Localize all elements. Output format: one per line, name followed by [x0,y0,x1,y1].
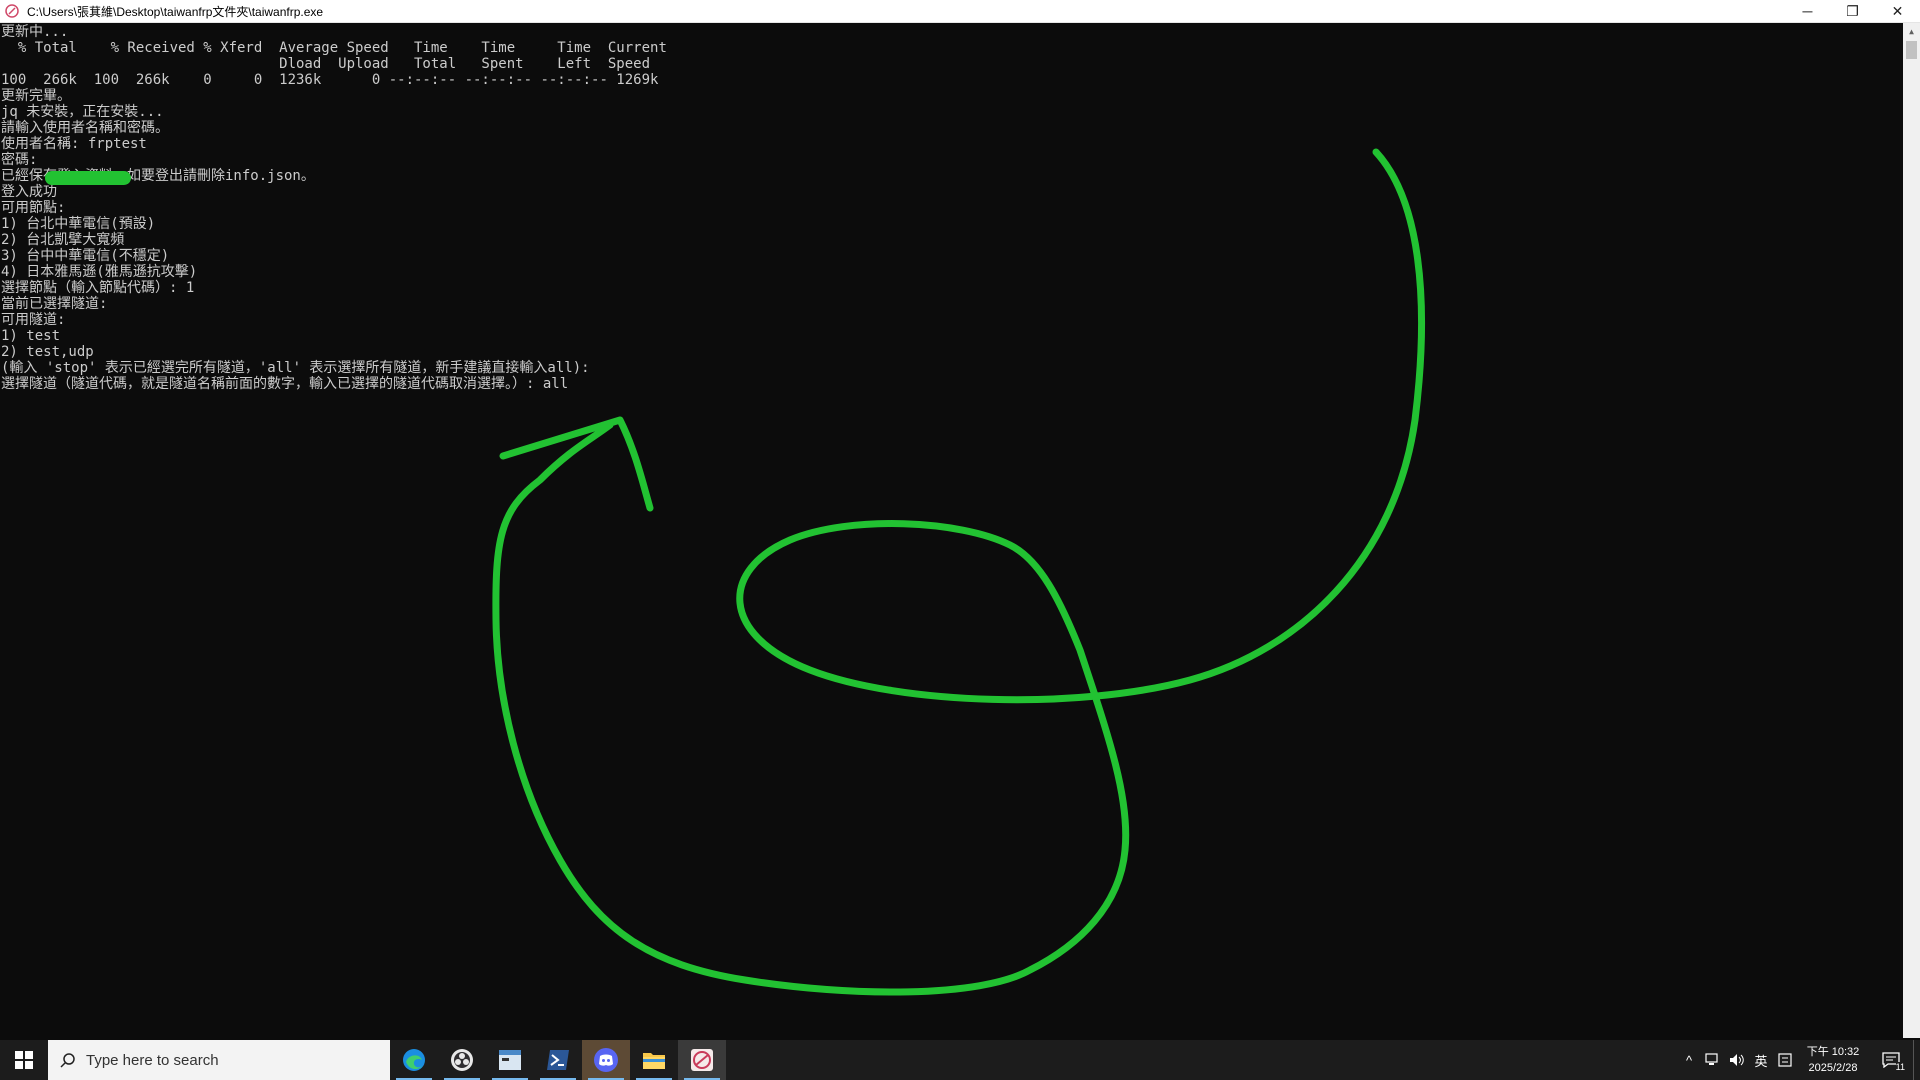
vertical-scrollbar[interactable]: ▲ [1903,23,1920,1038]
console-lines: 更新中... % Total % Received % Xferd Averag… [1,24,667,392]
console-line: 2) 台北凱擘大寬頻 [1,232,125,248]
terminal-icon [499,1050,521,1070]
tray-overflow-chevron[interactable]: ^ [1677,1040,1701,1080]
console-line: (輸入 'stop' 表示已經選完所有隧道，'all' 表示選擇所有隧道，新手建… [1,360,590,376]
console-line: 更新完畢。 [1,88,71,104]
console-line: 3) 台中中華電信(不穩定) [1,248,170,264]
windows-logo-icon [15,1051,33,1069]
console-line: 100 266k 100 266k 0 0 1236k 0 --:--:-- -… [1,72,659,88]
search-box[interactable]: Type here to search [48,1040,390,1080]
volume-icon[interactable] [1725,1040,1749,1080]
ime-mode-icon[interactable] [1773,1040,1797,1080]
clock[interactable]: 下午 10:32 2025/2/28 [1797,1044,1869,1076]
console-line: 當前已選擇隧道: [1,296,108,312]
taskbar-file-explorer[interactable] [630,1040,678,1080]
close-button[interactable]: ✕ [1875,0,1920,22]
clock-date: 2025/2/28 [1808,1062,1858,1074]
scrollbar-thumb[interactable] [1906,41,1917,59]
minimize-button[interactable]: ─ [1785,0,1830,22]
scroll-up-arrow-icon[interactable]: ▲ [1903,23,1920,40]
taskbar-edge[interactable] [390,1040,438,1080]
title-bar: C:\Users\張萁維\Desktop\taiwanfrp文件夾\taiwan… [0,0,1920,23]
start-button[interactable] [0,1040,48,1080]
console-line: 登入成功 [1,184,57,200]
console-line: 4) 日本雅馬遜(雅馬遜抗攻擊) [1,264,198,280]
network-icon[interactable] [1701,1040,1725,1080]
console-line: 選擇節點（輸入節點代碼）: 1 [1,280,195,296]
discord-icon [594,1048,618,1072]
password-redaction-mark [45,171,131,185]
console-line: 密碼: [1,152,38,168]
taskbar-obs[interactable] [438,1040,486,1080]
console-line: 1) test [1,328,61,344]
console-line: % Total % Received % Xferd Average Speed… [1,40,667,56]
console-line: 選擇隧道（隧道代碼，就是隧道名稱前面的數字，輸入已選擇的隧道代碼取消選擇。）: … [1,376,569,392]
search-placeholder: Type here to search [86,1051,219,1069]
console-line: Dload Upload Total Spent Left Speed [1,56,651,72]
taskbar-taiwanfrp[interactable] [678,1040,726,1080]
show-desktop-button[interactable] [1913,1040,1920,1080]
console-line: 更新中... [1,24,69,40]
console-line: 請輸入使用者名稱和密碼。 [1,120,169,136]
file-explorer-icon [643,1053,665,1069]
console-output[interactable]: 更新中... % Total % Received % Xferd Averag… [0,23,1903,1038]
taiwanfrp-icon [691,1049,713,1071]
console-line: 2) test,udp [1,344,94,360]
ime-indicator[interactable]: 英 [1749,1040,1773,1080]
taskbar-terminal[interactable] [486,1040,534,1080]
system-tray: ^ 英 下午 10:32 2025/2/28 11 [1677,1040,1920,1080]
clock-time: 下午 10:32 [1806,1046,1860,1058]
powershell-icon [547,1050,569,1070]
obs-icon [451,1049,473,1071]
window-title: C:\Users\張萁維\Desktop\taiwanfrp文件夾\taiwan… [27,4,324,19]
notification-center-button[interactable]: 11 [1869,1040,1913,1080]
console-line: jq 未安裝，正在安裝... [1,104,164,120]
app-icon [5,4,19,18]
console-line: 可用隧道: [1,312,66,328]
console-line: 使用者名稱: frptest [1,136,147,152]
edge-icon [403,1049,425,1071]
taskbar: Type here to search ^ 英 下午 10:32 2025/2/ [0,1040,1920,1080]
notification-count: 11 [1895,1062,1905,1072]
search-icon [60,1053,75,1068]
taskbar-discord[interactable] [582,1040,630,1080]
console-line: 可用節點: [1,200,66,216]
taskbar-powershell[interactable] [534,1040,582,1080]
maximize-button[interactable]: ❐ [1830,0,1875,22]
console-line: 1) 台北中華電信(預設) [1,216,156,232]
